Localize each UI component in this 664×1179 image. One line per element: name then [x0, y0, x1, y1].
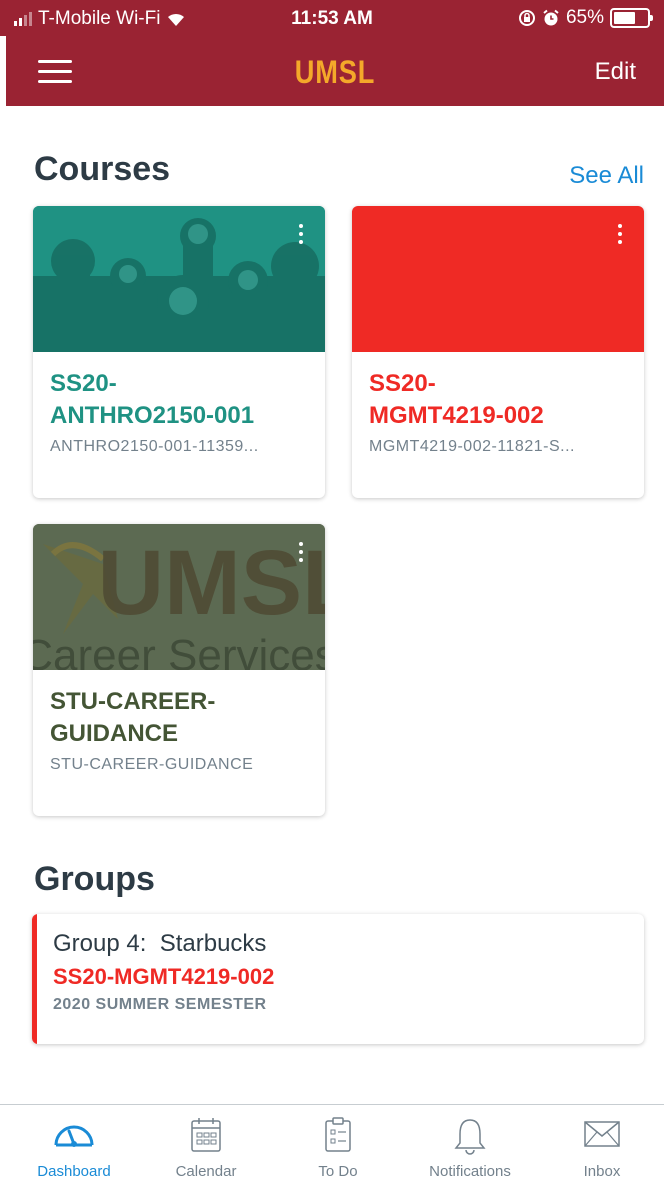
- tab-label: To Do: [318, 1163, 358, 1179]
- orientation-lock-icon: [518, 10, 535, 26]
- course-card-title: SS20- MGMT4219-002: [369, 370, 544, 429]
- card-options-icon[interactable]: [616, 224, 624, 250]
- bottom-tab-bar: Dashboard Calendar To Do Notifications I…: [0, 1104, 664, 1179]
- tab-notifications[interactable]: Notifications: [404, 1105, 536, 1179]
- course-card-anthro[interactable]: SS20- ANTHRO2150-001 ANTHRO2150-001-11359…: [33, 206, 325, 498]
- calendar-icon: [191, 1118, 221, 1152]
- tab-calendar[interactable]: Calendar: [140, 1105, 272, 1179]
- course-card-subtitle: STU-CAREER-GUIDANCE: [50, 756, 254, 773]
- tab-label: Calendar: [175, 1163, 237, 1179]
- course-card-subtitle: MGMT4219-002-11821-S...: [369, 438, 575, 455]
- tab-label: Dashboard: [37, 1163, 111, 1179]
- battery-percent: 65%: [565, 7, 604, 28]
- groups-section-title: Groups: [34, 860, 155, 898]
- tab-label: Notifications: [429, 1163, 511, 1179]
- dashboard-gauge-icon: [54, 1125, 94, 1147]
- group-card[interactable]: Group 4: Starbucks SS20-MGMT4219-002 202…: [32, 914, 644, 1044]
- course-image-monsters: [33, 206, 325, 352]
- courses-section-title: Courses: [34, 150, 171, 188]
- edit-button[interactable]: Edit: [595, 58, 636, 86]
- tab-dashboard[interactable]: Dashboard: [8, 1105, 140, 1179]
- card-options-icon[interactable]: [297, 542, 305, 568]
- tab-todo[interactable]: To Do: [272, 1105, 404, 1179]
- tab-label: Inbox: [583, 1163, 621, 1179]
- svg-text:UMSL: UMSL: [98, 532, 325, 634]
- course-card-image: [352, 206, 644, 352]
- group-card-accent: [32, 914, 37, 1044]
- career-services-logo-image: UMSL Career Services: [33, 524, 325, 680]
- group-name: Group 4: Starbucks: [53, 930, 267, 957]
- status-bar: T-Mobile Wi-Fi 11:53 AM 65%: [0, 0, 664, 36]
- course-card-image: [33, 206, 325, 352]
- group-term: 2020 SUMMER SEMESTER: [53, 996, 267, 1013]
- status-right: 65%: [518, 7, 653, 29]
- alarm-icon: [543, 9, 559, 26]
- card-options-icon[interactable]: [297, 224, 305, 250]
- see-all-courses-link[interactable]: See All: [569, 162, 644, 190]
- brand-logo: UMSL: [294, 54, 376, 90]
- course-card-subtitle: ANTHRO2150-001-11359...: [50, 438, 259, 455]
- battery-icon: [610, 8, 653, 28]
- bell-icon: [454, 1119, 486, 1155]
- group-course: SS20-MGMT4219-002: [53, 964, 275, 989]
- course-card-image: UMSL Career Services: [33, 524, 325, 680]
- course-card-mgmt[interactable]: SS20- MGMT4219-002 MGMT4219-002-11821-S..…: [352, 206, 644, 498]
- tab-inbox[interactable]: Inbox: [536, 1105, 664, 1179]
- todo-clipboard-icon: [325, 1117, 351, 1152]
- course-card-title: SS20- ANTHRO2150-001: [50, 370, 255, 429]
- course-card-career[interactable]: UMSL Career Services STU-CAREER-GUIDANCE…: [33, 524, 325, 816]
- svg-text:Career Services: Career Services: [33, 631, 325, 670]
- course-card-title: STU-CAREER- GUIDANCE: [50, 688, 216, 747]
- nav-bar: UMSL Edit: [6, 36, 664, 106]
- envelope-icon: [584, 1121, 620, 1147]
